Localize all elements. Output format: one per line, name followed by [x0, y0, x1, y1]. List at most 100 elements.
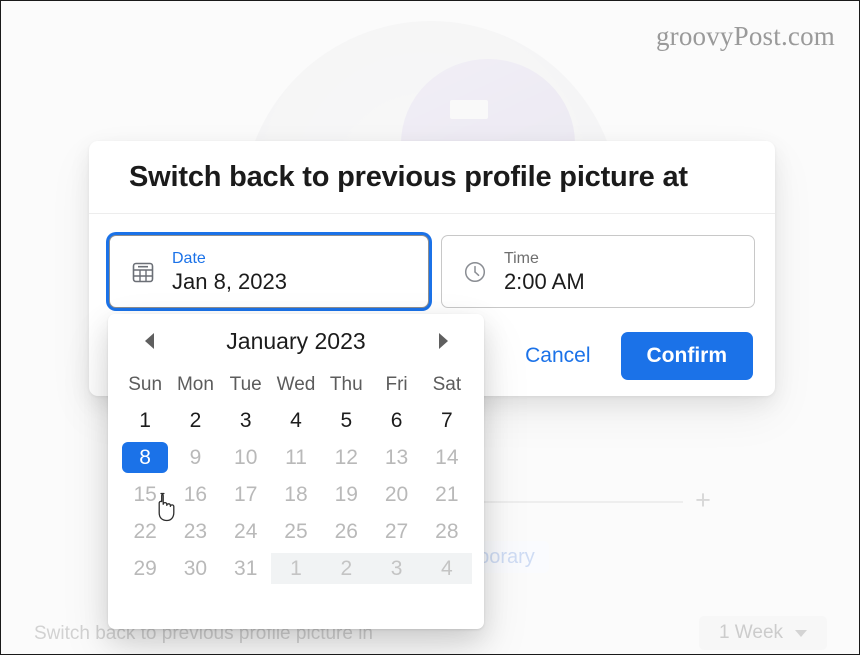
calendar-day-label: 2: [321, 553, 372, 584]
time-field-value: 2:00 AM: [503, 268, 585, 294]
calendar-day-cell: 29: [120, 550, 170, 587]
calendar-day-cell: 13: [371, 439, 421, 476]
calendar-day-cell: 18: [271, 476, 321, 513]
calendar-day-label: 12: [334, 445, 358, 469]
calendar-day-cell: 11: [271, 439, 321, 476]
calendar-day-label: 9: [189, 445, 202, 469]
calendar-day-cell: 9: [170, 439, 220, 476]
calendar-day-cell[interactable]: 6: [371, 402, 421, 439]
date-field-text: Date Jan 8, 2023: [172, 250, 287, 294]
calendar-day-label: 7: [441, 408, 453, 432]
calendar-day-cell: 26: [321, 513, 371, 550]
calendar-day-label: 24: [234, 519, 258, 543]
calendar-day-label: 30: [183, 556, 208, 580]
plus-icon[interactable]: +: [692, 487, 714, 514]
calendar-day-label: 21: [435, 482, 459, 506]
calendar-day-cell: 2: [321, 550, 372, 587]
calendar-day-cell: 19: [321, 476, 371, 513]
time-field-text: Time 2:00 AM: [504, 250, 585, 294]
calendar-day-label: 13: [384, 445, 409, 469]
duration-dropdown-value: 1 Week: [718, 622, 784, 643]
calendar-day-label: 20: [384, 482, 409, 506]
calendar-day-cell: 30: [170, 550, 220, 587]
calendar-day-label: 8: [122, 442, 169, 473]
calendar-day-cell: 24: [221, 513, 271, 550]
calendar-day-label: 29: [133, 556, 157, 580]
date-picker-popup: January 2023 Sun Mon Tue Wed Thu Fri Sat 12345…: [108, 314, 484, 629]
time-field[interactable]: Time 2:00 AM: [440, 235, 755, 308]
calendar-day-cell: 14: [422, 439, 472, 476]
calendar-day-cell: 23: [170, 513, 220, 550]
calendar-day-label: 4: [421, 553, 472, 584]
calendar-day-label: 1: [270, 553, 322, 584]
calendar-day-cell: 15: [120, 476, 170, 513]
calendar-day-label: 5: [340, 408, 353, 432]
calendar-weekday: Mon: [176, 374, 214, 395]
calendar-day-label: 1: [139, 408, 151, 432]
chevron-down-icon: [795, 629, 808, 637]
calendar-day-label: 28: [435, 519, 459, 543]
calendar-day-cell: 4: [421, 550, 472, 587]
calendar-weekday: Sat: [432, 374, 462, 395]
calendar-day-cell[interactable]: 4: [271, 402, 321, 439]
date-field-label: Date: [172, 249, 206, 267]
calendar-day-cell[interactable]: 3: [221, 402, 271, 439]
photo-helmet-logo: [449, 100, 488, 120]
calendar-day-cell: 31: [221, 550, 271, 587]
calendar-day-label: 16: [183, 482, 208, 506]
site-watermark: groovyPost.com: [655, 21, 835, 51]
calendar-day-cell[interactable]: 1: [120, 402, 170, 439]
calendar-day-cell: 17: [221, 476, 271, 513]
calendar-day-cell[interactable]: 2: [170, 402, 220, 439]
calendar-day-label: 26: [334, 519, 358, 543]
time-field-label: Time: [503, 249, 539, 267]
chevron-right-icon[interactable]: [432, 330, 454, 352]
calendar-day-label: 31: [234, 556, 258, 580]
duration-dropdown[interactable]: 1 Week: [699, 616, 827, 650]
clock-icon: [460, 257, 490, 287]
calendar-day-label: 11: [285, 445, 307, 469]
app-screenshot: groovyPost.com + ke Temporary Switch bac…: [0, 0, 860, 655]
dialog-actions: Cancel Confirm: [505, 332, 753, 380]
calendar-day-label: 10: [234, 445, 258, 469]
calendar-weekday: Fri: [385, 374, 408, 395]
calendar-day-cell: 22: [120, 513, 170, 550]
calendar-day-cell: 3: [371, 550, 422, 587]
calendar-day-cell[interactable]: 8: [120, 439, 170, 476]
calendar-day-label: 18: [284, 482, 308, 506]
calendar-day-cell[interactable]: 7: [422, 402, 472, 439]
calendar-day-label: 17: [234, 482, 258, 506]
calendar-day-cell: 1: [270, 550, 322, 587]
calendar-day-cell: 27: [371, 513, 421, 550]
calendar-month-title: January 2023: [226, 327, 366, 354]
calendar-weekday: Wed: [276, 374, 316, 395]
calendar-day-label: 19: [334, 482, 358, 506]
calendar-day-label: 3: [239, 408, 252, 432]
calendar-day-cell: 21: [422, 476, 472, 513]
calendar-day-label: 2: [189, 408, 202, 432]
calendar-weekday: Sun: [128, 374, 163, 395]
calendar-weekday: Tue: [229, 374, 262, 395]
calendar-day-label: 3: [371, 553, 422, 584]
calendar-day-label: 4: [290, 408, 302, 432]
dialog-title: Switch back to previous profile picture …: [89, 141, 775, 214]
calendar-day-label: 23: [183, 519, 208, 543]
calendar-day-label: 22: [133, 519, 157, 543]
chevron-left-icon[interactable]: [138, 330, 160, 352]
calendar-day-cell[interactable]: 5: [321, 402, 371, 439]
calendar-day-label: 25: [284, 519, 308, 543]
calendar-day-cell: 16: [170, 476, 220, 513]
calendar-day-cell: 12: [321, 439, 371, 476]
cancel-button[interactable]: Cancel: [505, 334, 610, 378]
calendar-day-cell: 25: [271, 513, 321, 550]
calendar-day-label: 6: [390, 408, 403, 432]
calendar-weekday-row: Sun Mon Tue Wed Thu Fri Sat: [120, 368, 472, 402]
calendar-days-grid: 1 2 3 4 5 6 7 8 9 10 11 12 13 14 15 16 17 18 19 20 21 22 23 24 2…: [120, 402, 472, 587]
calendar-day-label: 15: [133, 482, 157, 506]
calendar-icon: [128, 257, 158, 287]
calendar-day-cell: 28: [422, 513, 472, 550]
confirm-button[interactable]: Confirm: [620, 332, 753, 380]
calendar-day-cell: 20: [371, 476, 421, 513]
date-field[interactable]: Date Jan 8, 2023: [109, 235, 429, 308]
calendar-day-cell: 10: [221, 439, 271, 476]
